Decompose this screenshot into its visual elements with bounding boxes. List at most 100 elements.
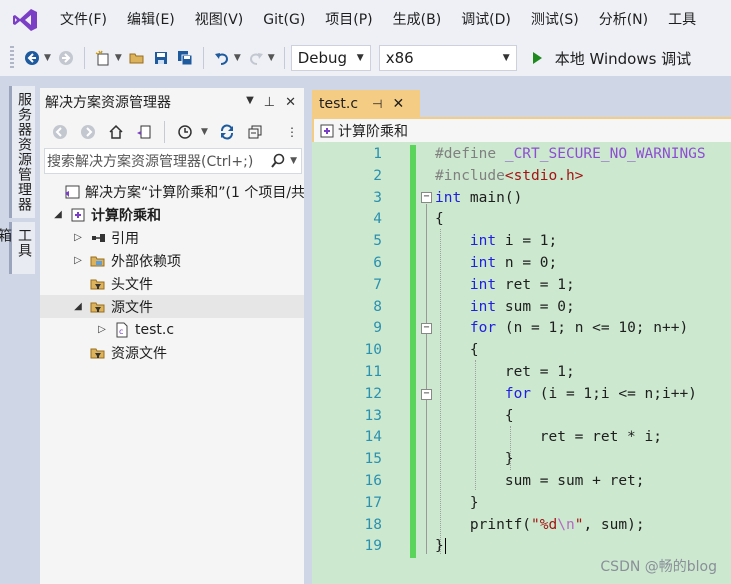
back-dropdown-icon[interactable]: ▼ xyxy=(44,53,51,63)
navigation-bar: 计算阶乘和 xyxy=(312,117,731,142)
collapse-all-button[interactable] xyxy=(244,121,266,143)
cpp-project-icon xyxy=(320,124,334,137)
toolbar-separator xyxy=(164,121,165,143)
visual-studio-logo-icon[interactable] xyxy=(12,7,38,33)
start-debugging-button[interactable] xyxy=(526,47,548,69)
fold-guide xyxy=(426,204,427,554)
menu-view[interactable]: 视图(V) xyxy=(185,0,254,40)
expanded-caret-icon[interactable]: ◢ xyxy=(52,209,64,220)
home-button[interactable] xyxy=(105,121,127,143)
menu-build[interactable]: 生成(B) xyxy=(383,0,452,40)
collapsed-caret-icon[interactable]: ▷ xyxy=(72,255,84,266)
back-button[interactable] xyxy=(49,121,71,143)
line-number: 18 xyxy=(364,516,382,533)
menu-bar: 文件(F) 编辑(E) 视图(V) Git(G) 项目(P) 生成(B) 调试(… xyxy=(0,0,731,40)
collapse-main-icon[interactable]: − xyxy=(421,192,432,203)
menu-tools[interactable]: 工具 xyxy=(658,0,706,40)
line-number: 14 xyxy=(364,429,382,446)
code-line: for (n = 1; n <= 10; n++) xyxy=(469,320,689,337)
tree-item-header-files[interactable]: 头文件 xyxy=(40,272,304,295)
close-icon[interactable]: ✕ xyxy=(393,96,405,112)
collapse-inner-loop-icon[interactable]: − xyxy=(421,389,432,400)
redo-button[interactable] xyxy=(245,47,267,69)
save-all-button[interactable] xyxy=(174,47,196,69)
close-icon[interactable]: ✕ xyxy=(285,95,296,110)
search-icon[interactable] xyxy=(270,153,286,169)
collapsed-caret-icon[interactable]: ▷ xyxy=(72,232,84,243)
menu-test[interactable]: 测试(S) xyxy=(521,0,589,40)
references-icon xyxy=(92,233,105,242)
solution-search-input[interactable]: 搜索解决方案资源管理器(Ctrl+;) ▼ xyxy=(44,148,302,174)
code-line: int main() xyxy=(435,189,523,206)
chevron-down-icon: ▼ xyxy=(502,53,510,63)
solution-configuration-select[interactable]: Debug ▼ xyxy=(290,45,371,71)
toolbar-separator xyxy=(283,47,285,69)
new-item-dropdown-icon[interactable]: ▼ xyxy=(115,53,122,63)
open-folder-icon xyxy=(129,53,144,64)
tree-item-external-dependencies[interactable]: ▷ 外部依赖项 xyxy=(40,249,304,272)
collapsed-caret-icon[interactable]: ▷ xyxy=(96,324,108,335)
menu-project[interactable]: 项目(P) xyxy=(315,0,382,40)
tree-item-label: 外部依赖项 xyxy=(111,253,181,270)
open-file-button[interactable] xyxy=(126,47,148,69)
line-number: 10 xyxy=(364,342,382,359)
new-item-icon xyxy=(95,50,109,66)
code-line: { xyxy=(435,342,479,359)
toolbar-separator xyxy=(83,47,85,69)
menu-file[interactable]: 文件(F) xyxy=(50,0,117,40)
tree-item-resource-files[interactable]: 资源文件 xyxy=(40,341,304,364)
menu-git[interactable]: Git(G) xyxy=(253,0,315,40)
back-button[interactable] xyxy=(21,47,43,69)
sync-button[interactable] xyxy=(216,121,238,143)
line-number: 1 xyxy=(373,146,382,162)
back-arrow-icon xyxy=(25,51,39,65)
tree-item-references[interactable]: ▷ 引用 xyxy=(40,226,304,249)
code-line: int sum = 0; xyxy=(469,298,575,315)
overflow-icon[interactable]: ⋮ xyxy=(286,125,298,139)
code-line: } xyxy=(435,451,514,468)
home-icon xyxy=(109,124,123,139)
forward-button[interactable] xyxy=(77,121,99,143)
search-options-dropdown-icon[interactable]: ▼ xyxy=(290,156,297,166)
configuration-value: Debug xyxy=(297,49,348,67)
undo-button[interactable] xyxy=(211,47,233,69)
code-editor[interactable]: 1 2 3 4 5 6 7 8 9 10 11 12 13 14 15 16 1… xyxy=(312,142,731,584)
line-number: 4 xyxy=(373,211,382,228)
server-explorer-tab[interactable]: 服务器资源管理器 xyxy=(9,86,35,218)
forward-button[interactable] xyxy=(55,47,77,69)
project-scope-dropdown[interactable]: 计算阶乘和 xyxy=(314,119,731,142)
code-line: for (i = 1;i <= n;i++) xyxy=(504,385,697,402)
redo-dropdown-icon[interactable]: ▼ xyxy=(268,53,275,63)
collapse-outer-loop-icon[interactable]: − xyxy=(421,323,432,334)
code-line: int n = 0; xyxy=(469,255,558,271)
solution-explorer-header: 解决方案资源管理器 ▼ ⊥ ✕ xyxy=(40,88,304,116)
toolbar-grip[interactable] xyxy=(10,46,14,70)
window-position-dropdown-icon[interactable]: ▼ xyxy=(246,95,254,110)
code-line: #include<stdio.h> xyxy=(435,167,584,184)
tab-test-c[interactable]: test.c ⊣ ✕ xyxy=(312,90,420,117)
tree-item-solution[interactable]: 解决方案“计算阶乘和”(1 个项目/共 xyxy=(40,180,304,203)
menu-edit[interactable]: 编辑(E) xyxy=(117,0,185,40)
pin-icon[interactable]: ⊣ xyxy=(372,97,382,111)
run-target-label[interactable]: 本地 Windows 调试 xyxy=(555,48,692,69)
side-tool-strip: 服务器资源管理器 工具箱 xyxy=(0,80,40,584)
solution-explorer-panel: 解决方案资源管理器 ▼ ⊥ ✕ ▼ ⋮ 搜索解决方案资源管理器(Ctrl+;) … xyxy=(40,88,304,584)
tree-item-test-c[interactable]: ▷ c test.c xyxy=(40,318,304,341)
solution-platform-select[interactable]: x86 ▼ xyxy=(378,45,517,71)
menu-analyze[interactable]: 分析(N) xyxy=(589,0,658,40)
switch-views-button[interactable] xyxy=(133,121,155,143)
filter-dropdown-icon[interactable]: ▼ xyxy=(201,127,208,137)
tree-item-source-files[interactable]: ◢ 源文件 xyxy=(40,295,304,318)
toolbox-tab[interactable]: 工具箱 xyxy=(0,222,35,274)
pending-changes-filter-button[interactable] xyxy=(174,121,196,143)
save-button[interactable] xyxy=(150,47,172,69)
pin-icon[interactable]: ⊥ xyxy=(264,95,275,110)
redo-icon xyxy=(249,53,263,65)
collapse-all-icon xyxy=(248,125,262,139)
tree-item-label: 资源文件 xyxy=(111,345,167,362)
undo-dropdown-icon[interactable]: ▼ xyxy=(234,53,241,63)
new-item-button[interactable] xyxy=(92,47,114,69)
tree-item-project[interactable]: ◢ 计算阶乘和 xyxy=(40,203,304,226)
expanded-caret-icon[interactable]: ◢ xyxy=(72,301,84,312)
menu-debug[interactable]: 调试(D) xyxy=(451,0,521,40)
